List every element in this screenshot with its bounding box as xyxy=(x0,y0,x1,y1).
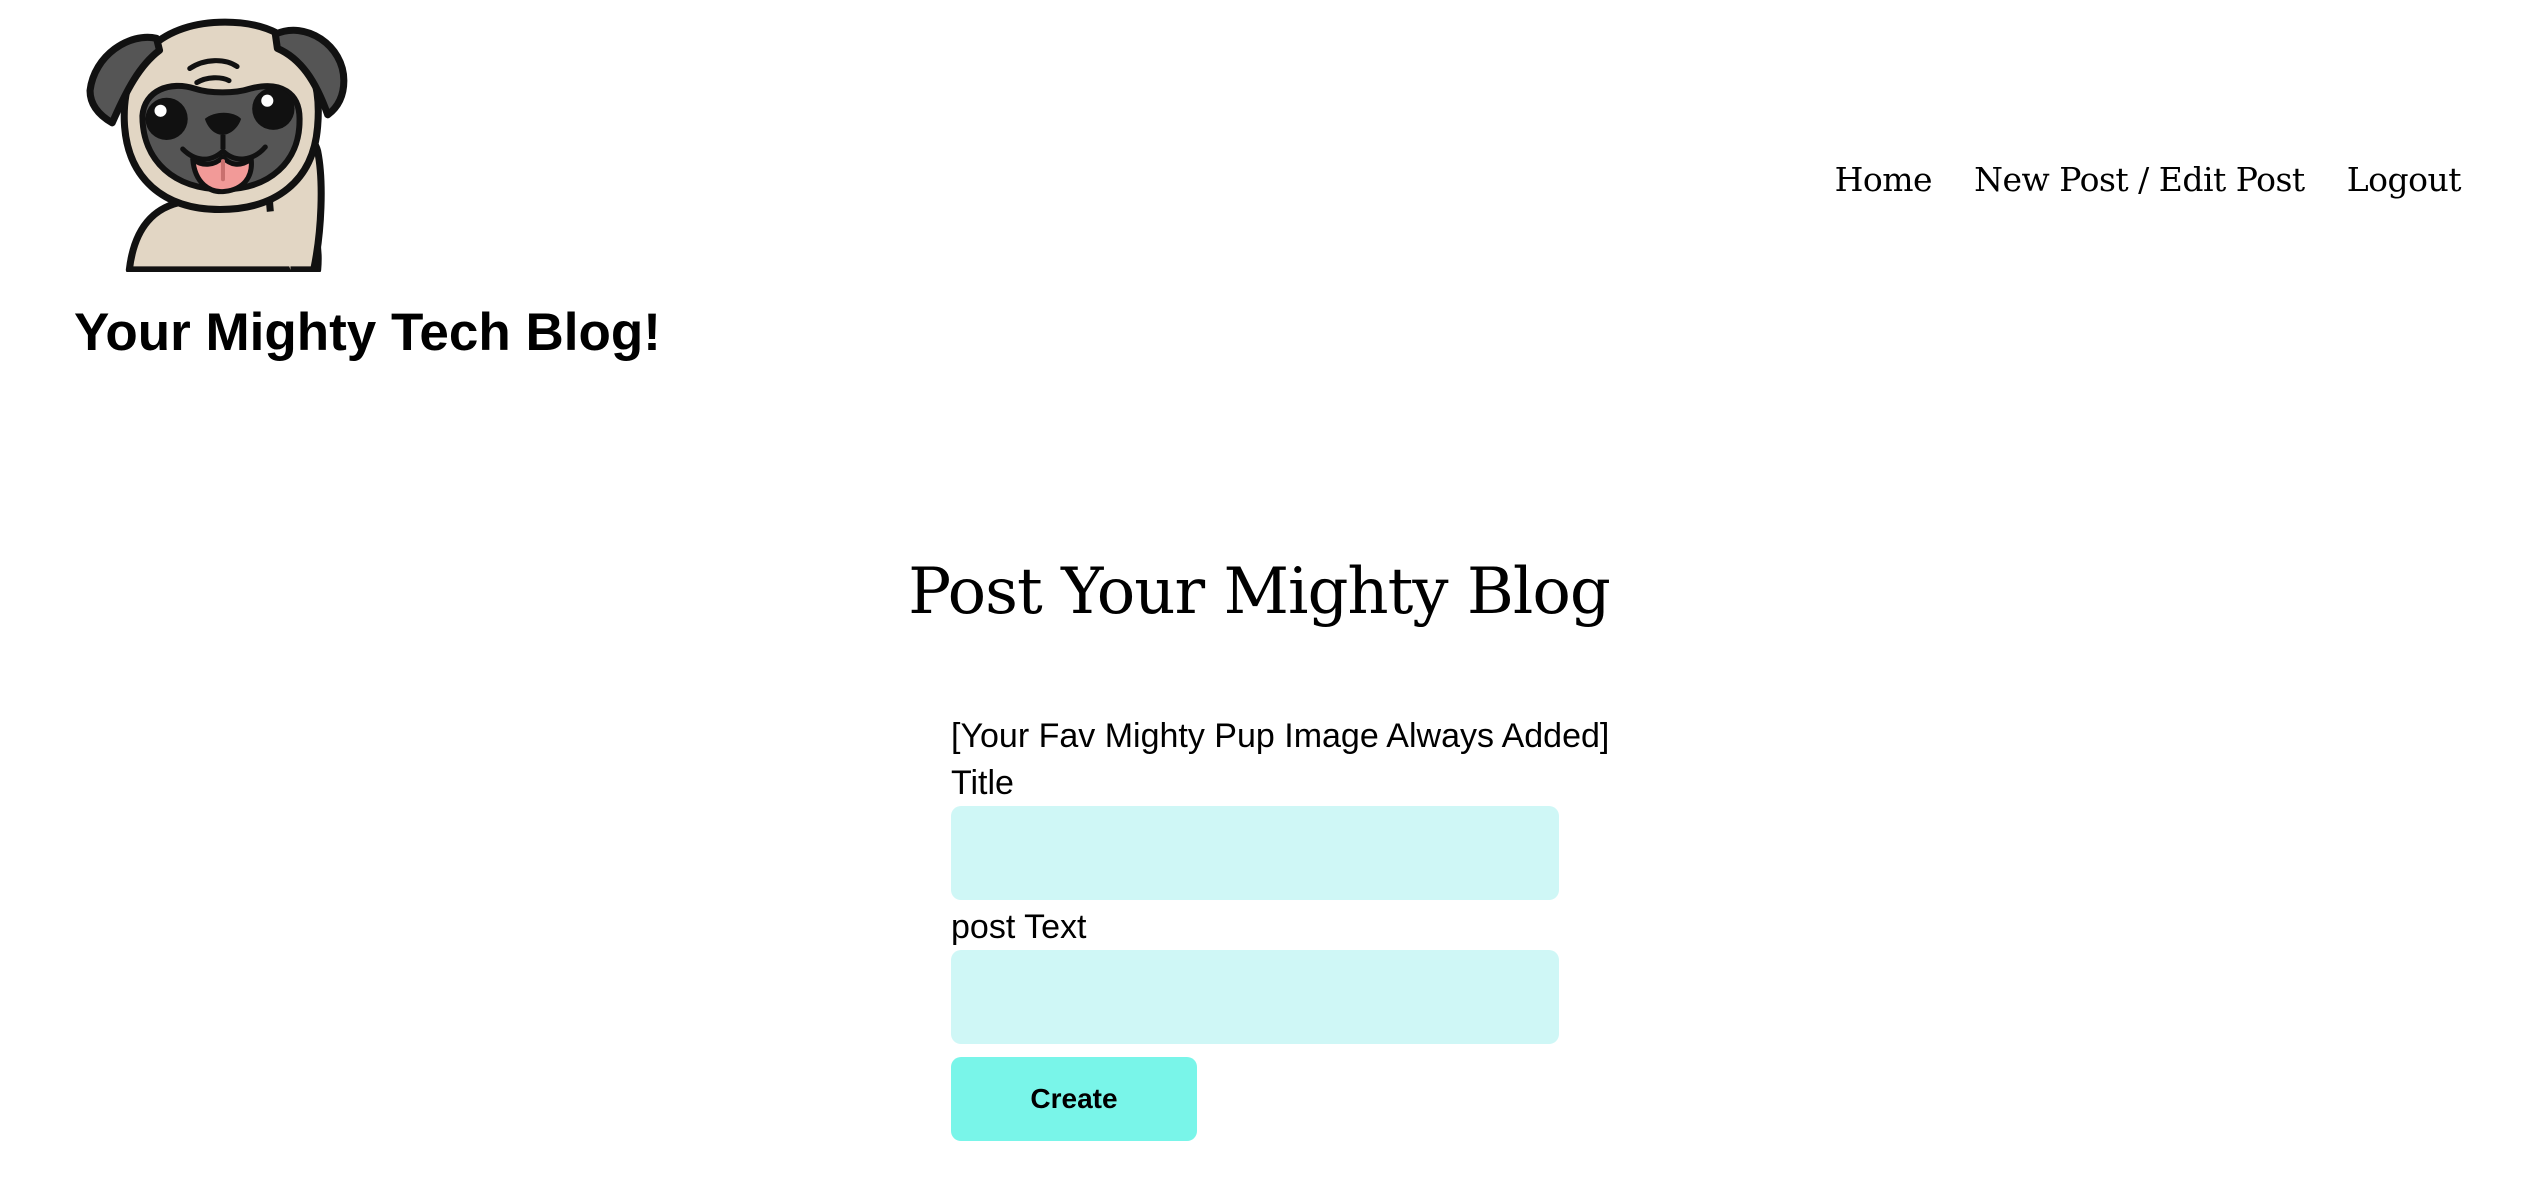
page-heading: Post Your Mighty Blog xyxy=(0,555,2538,629)
post-text-input[interactable] xyxy=(951,950,1559,1044)
nav-new-edit-post-link[interactable]: New Post / Edit Post xyxy=(1974,160,2305,199)
nav-logout-link[interactable]: Logout xyxy=(2347,160,2462,199)
post-text-label: post Text xyxy=(951,908,1087,946)
nav-home-link[interactable]: Home xyxy=(1835,160,1933,199)
title-label: Title xyxy=(951,764,1014,802)
image-note: [Your Fav Mighty Pup Image Always Added] xyxy=(951,717,1610,755)
pug-logo-icon xyxy=(84,10,366,272)
new-post-form: [Your Fav Mighty Pup Image Always Added]… xyxy=(951,712,1610,1141)
main-nav: Home New Post / Edit Post Logout xyxy=(1835,160,2462,199)
site-title: Your Mighty Tech Blog! xyxy=(74,303,661,362)
create-button[interactable]: Create xyxy=(951,1057,1197,1141)
title-input[interactable] xyxy=(951,806,1559,900)
page-heading-text: Post Your Mighty Blog xyxy=(908,555,1611,629)
